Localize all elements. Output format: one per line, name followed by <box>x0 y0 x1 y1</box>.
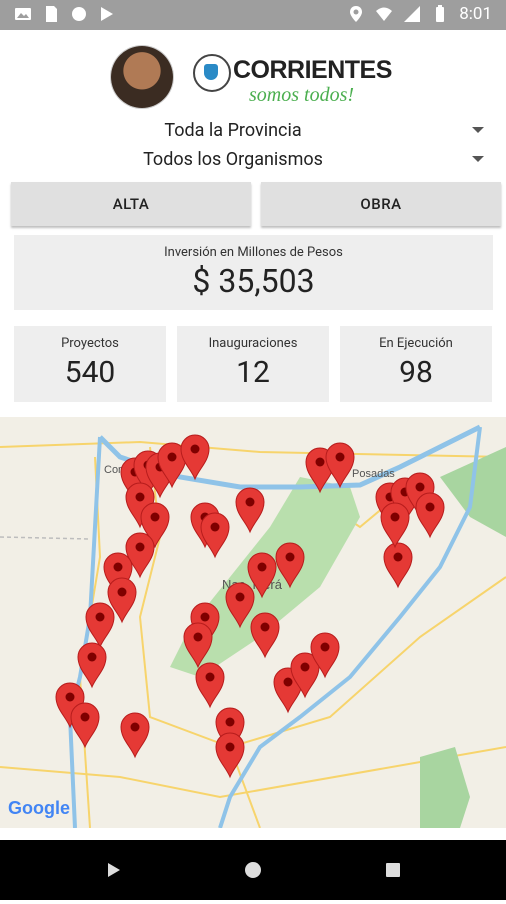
status-bar: 8:01 <box>0 0 506 30</box>
map-marker-dot <box>415 482 425 492</box>
map-label-cor: Cor <box>104 464 122 476</box>
map-marker-dot <box>167 452 177 462</box>
map-marker-dot <box>135 492 145 502</box>
investment-label: Inversión en Millones de Pesos <box>164 245 343 260</box>
map-marker-dot <box>320 642 330 652</box>
map-canvas[interactable]: Cor Posadas Nac. Iberá Google <box>0 417 506 828</box>
province-dropdown-label: Toda la Provincia <box>164 120 302 141</box>
play-store-icon <box>101 7 113 21</box>
map-marker-dot <box>393 552 403 562</box>
organismos-dropdown[interactable]: Todos los Organismos <box>10 147 496 175</box>
signal-icon <box>404 6 421 22</box>
stat-card-en-ejecucion: En Ejecución 98 <box>340 326 492 402</box>
map-marker-dot <box>113 562 123 572</box>
google-attribution: Google <box>8 798 70 818</box>
map-marker-icon[interactable] <box>325 442 355 489</box>
alta-button[interactable]: ALTA <box>11 182 251 226</box>
avatar <box>111 46 173 108</box>
map-marker-dot <box>260 622 270 632</box>
recents-icon[interactable] <box>386 863 400 877</box>
map-marker-icon[interactable] <box>415 492 445 539</box>
map-marker-icon[interactable] <box>383 542 413 589</box>
home-icon[interactable] <box>245 862 261 878</box>
stat-value: 540 <box>64 355 116 390</box>
location-icon <box>350 6 363 22</box>
chevron-down-icon <box>472 127 484 133</box>
map-marker-dot <box>87 652 97 662</box>
stat-label: Inauguraciones <box>208 336 298 351</box>
map-marker-dot <box>190 444 200 454</box>
map-marker-dot <box>283 677 293 687</box>
map-marker-dot <box>150 512 160 522</box>
map-marker-dot <box>95 612 105 622</box>
logo-title: CORRIENTES <box>233 56 392 84</box>
stat-value: 98 <box>399 355 433 390</box>
map-marker-dot <box>285 552 295 562</box>
investment-card: Inversión en Millones de Pesos $ 35,503 <box>14 235 493 310</box>
map-marker-dot <box>117 587 127 597</box>
map-marker-dot <box>80 712 90 722</box>
investment-value: $ 35,503 <box>192 262 315 300</box>
organismos-dropdown-label: Todos los Organismos <box>143 149 323 170</box>
province-seal-icon <box>193 54 231 92</box>
map-marker-dot <box>65 692 75 702</box>
photo-icon <box>15 8 31 20</box>
status-right-icons: 8:01 <box>347 4 492 24</box>
wifi-icon <box>376 7 393 21</box>
map-marker-dot <box>335 452 345 462</box>
obra-button[interactable]: OBRA <box>261 182 501 226</box>
map-marker-dot <box>235 592 245 602</box>
map-marker-icon[interactable] <box>380 502 410 549</box>
map-marker-dot <box>193 632 203 642</box>
status-left-icons <box>14 5 116 23</box>
map-marker-dot <box>245 497 255 507</box>
sim-icon <box>46 6 57 22</box>
map-marker-dot <box>225 742 235 752</box>
corrientes-logo: CORRIENTES somos todos! <box>193 48 392 108</box>
map-marker-dot <box>205 672 215 682</box>
stat-value: 12 <box>236 355 270 390</box>
map-marker-dot <box>425 502 435 512</box>
map-marker-dot <box>225 717 235 727</box>
app-header: CORRIENTES somos todos! <box>0 38 506 118</box>
back-icon[interactable] <box>108 863 120 877</box>
map-marker-icon[interactable] <box>120 712 150 759</box>
map-marker-dot <box>257 562 267 572</box>
status-time: 8:01 <box>459 4 492 24</box>
map-marker-dot <box>210 522 220 532</box>
province-dropdown[interactable]: Toda la Provincia <box>10 118 496 146</box>
map-marker-icon[interactable] <box>180 434 210 481</box>
map-marker-dot <box>315 457 325 467</box>
stat-card-proyectos: Proyectos 540 <box>14 326 166 402</box>
circle-icon <box>72 7 86 21</box>
projects-map[interactable]: Cor Posadas Nac. Iberá Google <box>0 417 506 828</box>
map-marker-dot <box>135 542 145 552</box>
map-marker-dot <box>390 512 400 522</box>
map-marker-dot <box>200 612 210 622</box>
chevron-down-icon <box>472 156 484 162</box>
stat-label: Proyectos <box>61 336 119 351</box>
map-marker-icon[interactable] <box>250 612 280 659</box>
battery-icon <box>436 5 445 22</box>
stat-card-inauguraciones: Inauguraciones 12 <box>177 326 329 402</box>
map-marker-icon[interactable] <box>200 512 230 559</box>
map-marker-icon[interactable] <box>215 732 245 779</box>
map-marker-dot <box>300 662 310 672</box>
map-marker-icon[interactable] <box>235 487 265 534</box>
map-label-posadas: Posadas <box>352 468 395 480</box>
map-marker-icon[interactable] <box>77 642 107 689</box>
map-marker-icon[interactable] <box>195 662 225 709</box>
map-marker-icon[interactable] <box>70 702 100 749</box>
map-marker-icon[interactable] <box>85 602 115 649</box>
stat-label: En Ejecución <box>379 336 453 351</box>
map-marker-dot <box>130 722 140 732</box>
logo-subtitle: somos todos! <box>249 84 355 106</box>
system-nav-bar <box>0 840 506 900</box>
